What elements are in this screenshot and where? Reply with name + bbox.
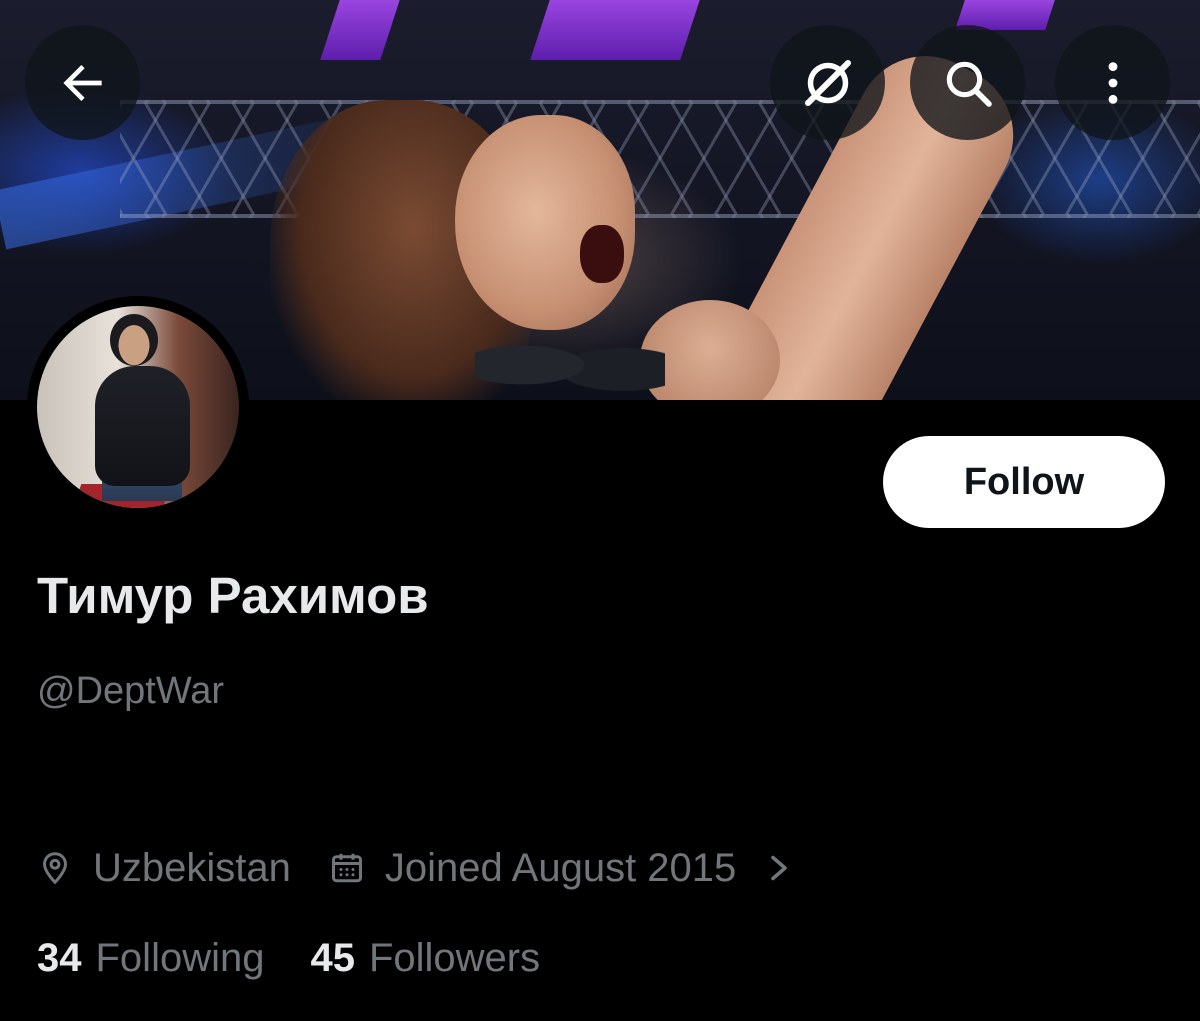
followers-count: 45 (310, 935, 355, 980)
location-text: Uzbekistan (93, 845, 291, 890)
search-button[interactable] (910, 25, 1025, 140)
calendar-icon (331, 853, 362, 883)
joined-expand-button[interactable] (764, 850, 794, 886)
more-vertical-icon (1108, 61, 1117, 104)
avatar-head (110, 314, 158, 366)
display-name: Тимур Рахимов (37, 567, 429, 624)
stage-light (530, 0, 700, 60)
followers-link[interactable]: 45 Followers (310, 936, 540, 981)
banner-person-face (455, 115, 635, 330)
following-count: 34 (37, 935, 82, 980)
followers-label: Followers (368, 935, 541, 980)
stage-light (320, 0, 400, 60)
following-label: Following (95, 935, 265, 980)
grok-button[interactable] (770, 25, 885, 140)
avatar[interactable] (37, 306, 239, 508)
grok-icon (804, 59, 851, 106)
chevron-right-icon (771, 855, 788, 881)
joined-text: Joined August 2015 (384, 845, 737, 890)
arrow-left-icon (62, 64, 102, 101)
search-icon (946, 61, 992, 107)
more-button[interactable] (1055, 25, 1170, 140)
location-item: Uzbekistan (37, 846, 291, 891)
back-button[interactable] (25, 25, 140, 140)
profile-page: Follow Тимур Рахимов @DeptWar Uzbekistan (0, 0, 1200, 1021)
profile-meta: Uzbekistan Joined August 2015 (37, 840, 794, 896)
avatar-body (95, 366, 190, 486)
follow-button[interactable]: Follow (883, 436, 1165, 528)
profile-stats: 34 Following 45 Followers (37, 930, 540, 986)
following-link[interactable]: 34 Following (37, 936, 264, 981)
user-handle: @DeptWar (37, 670, 225, 712)
location-pin-icon (42, 852, 68, 885)
joined-item: Joined August 2015 (329, 846, 736, 891)
banner-person-mouth (580, 225, 624, 283)
banner-headphones (475, 320, 665, 400)
